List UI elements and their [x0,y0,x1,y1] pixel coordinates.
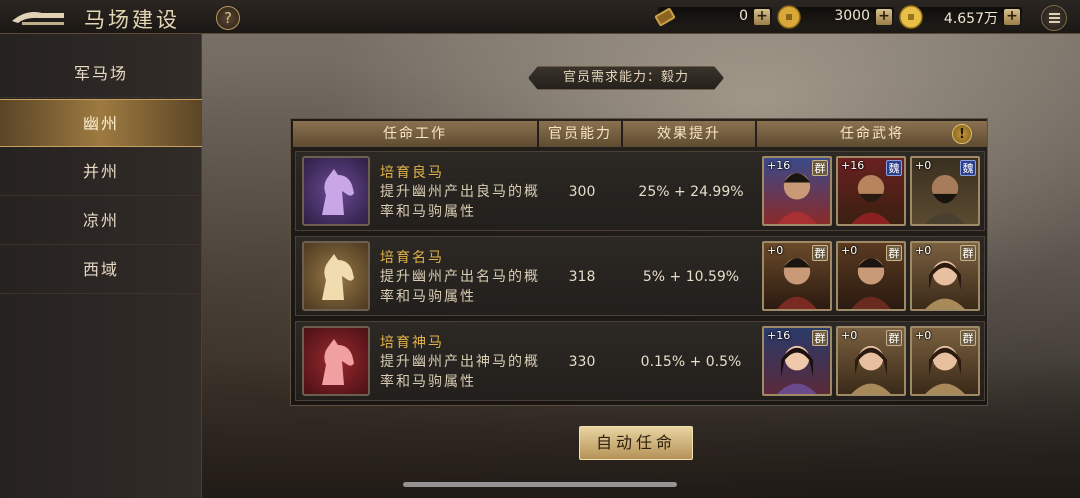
officer-slot-1[interactable]: +0 群 [762,241,832,311]
sidebar-item-xiyu[interactable]: 西域 [0,246,202,294]
horse-icon-frame [302,326,370,396]
officer-bonus: +0 [841,244,858,257]
task-name: 培育神马 [380,335,444,351]
menu-button[interactable] [1041,5,1067,31]
gold-count: 4.657万 [943,11,998,27]
appointment-table: 任命工作 官员能力 效果提升 任命武将 培育良马 提升幽州产出良马的概率和马驹属… [290,118,988,406]
table-row: 培育神马 提升幽州产出神马的概率和马驹属性 330 0.15% + 0.5% +… [295,321,985,401]
scroll-resource: 0 + [654,7,772,27]
faction-badge: 群 [812,160,828,176]
sidebar-item-junmachang[interactable]: 军马场 [0,50,202,98]
sidebar-item-liangzhou[interactable]: 凉州 [0,197,202,245]
table-row: 培育良马 提升幽州产出良马的概率和马驹属性 300 25% + 24.99% +… [295,151,985,231]
officer-slot-3[interactable]: +0 魏 [910,156,980,226]
header-ability: 官员能力 [539,121,621,147]
faction-badge: 魏 [960,160,976,176]
sidebar-item-youzhou[interactable]: 幽州 [0,99,202,147]
add-gold-button[interactable]: + [1004,9,1020,25]
task-description: 提升幽州产出名马的概率和马驹属性 [380,269,540,305]
gold-coin-icon [899,5,923,29]
officer-slot-2[interactable]: +16 魏 [836,156,906,226]
faction-badge: 群 [812,330,828,346]
officer-bonus: +0 [915,329,932,342]
faction-badge: 魏 [886,160,902,176]
officer-slot-2[interactable]: +0 群 [836,326,906,396]
horse-icon-frame [302,156,370,226]
add-scroll-button[interactable]: + [754,9,770,25]
header-effect: 效果提升 [623,121,755,147]
officer-bonus: +16 [767,329,791,342]
sidebar-item-bingzhou[interactable]: 并州 [0,148,202,196]
faction-badge: 群 [960,330,976,346]
page-title: 马场建设 [84,8,180,32]
table-row: 培育名马 提升幽州产出名马的概率和马驹属性 318 5% + 10.59% +0… [295,236,985,316]
task-description: 提升幽州产出良马的概率和马驹属性 [380,184,540,220]
officer-slot-2[interactable]: +0 群 [836,241,906,311]
info-icon[interactable]: ! [952,124,972,144]
ability-value: 330 [568,354,596,370]
officer-slot-1[interactable]: +16 群 [762,326,832,396]
table-header: 任命工作 官员能力 效果提升 任命武将 [293,121,987,147]
top-bar: 马场建设 ? 0 + 3000 + 4.657万 + [0,0,1080,34]
officer-bonus: +0 [915,159,932,172]
help-button[interactable]: ? [216,6,240,30]
officer-bonus: +16 [841,159,865,172]
effect-value: 25% + 24.99% [638,184,744,200]
scroll-count: 0 [739,8,748,24]
officer-bonus: +0 [915,244,932,257]
officer-bonus: +16 [767,159,791,172]
add-copper-button[interactable]: + [876,9,892,25]
menu-list-icon [1049,13,1060,23]
horse-head-icon [322,169,354,215]
ability-value: 318 [568,269,596,285]
copper-count: 3000 [834,8,870,24]
region-sidebar: 军马场 幽州 并州 凉州 西域 [0,34,202,498]
officer-bonus: +0 [841,329,858,342]
auto-appoint-button[interactable]: 自动任命 [579,426,693,460]
officer-slot-1[interactable]: +16 群 [762,156,832,226]
task-name: 培育良马 [380,165,444,181]
copper-resource: 3000 + [777,5,894,29]
back-button[interactable] [8,5,68,29]
effect-value: 0.15% + 0.5% [640,354,742,370]
effect-value: 5% + 10.59% [642,269,740,285]
faction-badge: 群 [812,245,828,261]
gold-resource: 4.657万 + [899,5,1022,29]
task-name: 培育名马 [380,250,444,266]
faction-badge: 群 [886,245,902,261]
horse-icon-frame [302,241,370,311]
faction-badge: 群 [960,245,976,261]
faction-badge: 群 [886,330,902,346]
horse-head-icon [322,254,354,300]
scroll-icon [654,8,676,26]
task-description: 提升幽州产出神马的概率和马驹属性 [380,354,540,390]
home-indicator[interactable] [403,482,677,487]
officer-slot-3[interactable]: +0 群 [910,326,980,396]
horse-head-icon [322,339,354,385]
ability-value: 300 [568,184,596,200]
officer-slot-3[interactable]: +0 群 [910,241,980,311]
officer-bonus: +0 [767,244,784,257]
copper-coin-icon [777,5,801,29]
header-task: 任命工作 [293,121,537,147]
requirement-banner: 官员需求能力：毅力 [528,66,724,90]
back-arrow-icon [12,12,64,25]
